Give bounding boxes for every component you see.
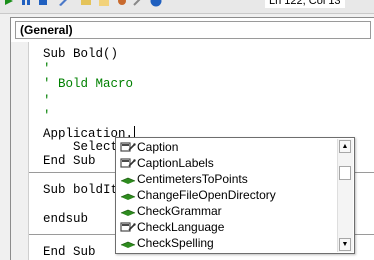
code-line: Select	[43, 140, 119, 154]
code-line-comment: ' Bold Macro	[43, 77, 134, 91]
code-line: endsub	[43, 212, 89, 226]
autocomplete-item-label: CaptionLabels	[137, 156, 214, 170]
properties-icon[interactable]	[98, 0, 110, 7]
object-combobox[interactable]: (General)	[15, 21, 371, 39]
autocomplete-item[interactable]: CheckGrammar	[117, 204, 337, 219]
autocomplete-item-label: ChangeFileOpenDirectory	[137, 188, 276, 202]
autocomplete-item-label: CheckLanguage	[137, 220, 225, 234]
scroll-down-button[interactable]: ▼	[339, 238, 351, 251]
code-line: End Sub	[43, 245, 96, 259]
design-mode-icon[interactable]	[58, 0, 70, 7]
autocomplete-item-label: Caption	[137, 140, 179, 154]
property-icon	[120, 221, 136, 233]
method-icon	[120, 173, 136, 185]
code-line: Sub Bold()	[43, 47, 119, 61]
property-icon	[120, 157, 136, 169]
code-line: Sub boldIt	[43, 183, 119, 197]
code-line-comment: '	[43, 62, 51, 76]
scroll-up-button[interactable]: ▲	[339, 140, 351, 153]
cursor-position-status: Ln 122, Col 13	[265, 0, 345, 8]
toolbox-icon[interactable]	[132, 0, 144, 7]
autocomplete-item-label: CentimetersToPoints	[137, 172, 248, 186]
code-line-comment: '	[43, 109, 51, 123]
project-explorer-icon[interactable]	[80, 0, 92, 7]
autocomplete-item[interactable]: CentimetersToPoints	[117, 172, 337, 187]
autocomplete-scrollbar[interactable]: ▲ ▼	[337, 139, 353, 252]
autocomplete-item[interactable]: CheckSpelling	[117, 236, 337, 251]
code-line: End Sub	[43, 154, 96, 168]
autocomplete-item[interactable]: CheckLanguage	[117, 220, 337, 235]
pause-icon[interactable]	[20, 0, 32, 7]
run-macro-icon[interactable]	[3, 0, 15, 7]
method-icon	[120, 237, 136, 249]
autocomplete-item-label: CheckSpelling	[137, 236, 214, 250]
autocomplete-item-label: CheckGrammar	[137, 204, 222, 218]
object-browser-icon[interactable]	[116, 0, 128, 7]
toolbar: Ln 122, Col 13	[0, 0, 374, 14]
method-icon	[120, 189, 136, 201]
property-icon	[120, 141, 136, 153]
autocomplete-list[interactable]: Caption CaptionLabels CentimetersToPoints C…	[115, 137, 355, 254]
autocomplete-item[interactable]: Caption	[117, 140, 337, 155]
method-icon	[120, 205, 136, 217]
autocomplete-item[interactable]: CaptionLabels	[117, 156, 337, 171]
margin-indicator-bar[interactable]	[11, 42, 29, 260]
scroll-thumb[interactable]	[339, 166, 351, 180]
reset-icon[interactable]	[37, 0, 49, 7]
help-icon[interactable]	[150, 0, 162, 7]
autocomplete-item[interactable]: ChangeFileOpenDirectory	[117, 188, 337, 203]
code-line-comment: '	[43, 94, 51, 108]
